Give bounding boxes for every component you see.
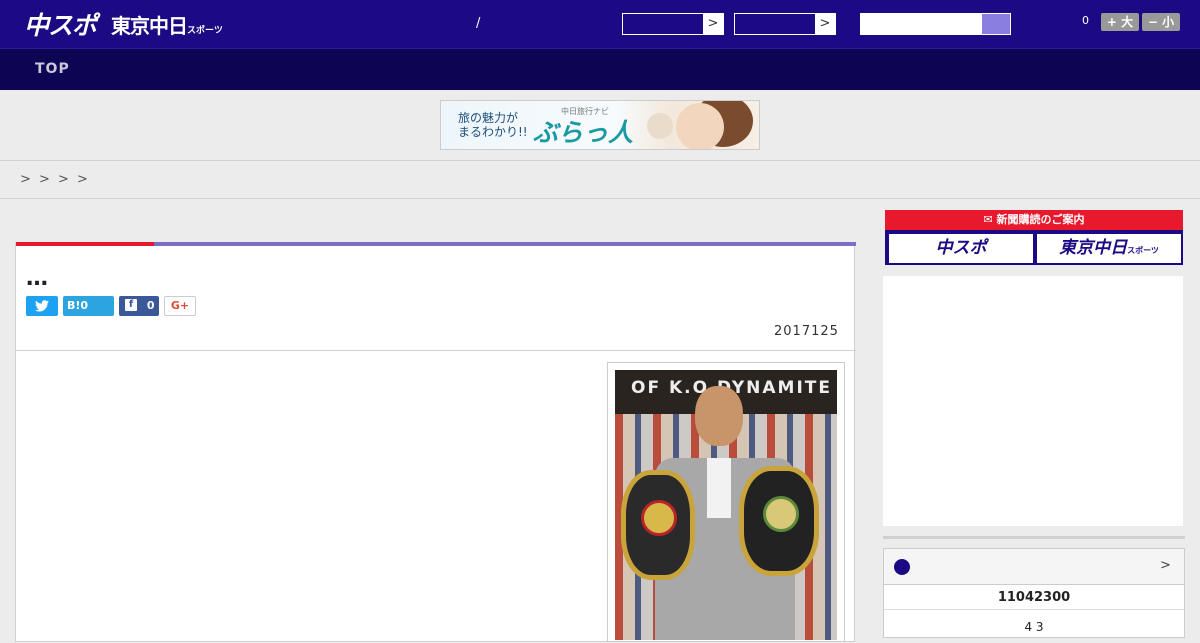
subscribe-tokyo-chunichi-label: 東京中日 bbox=[1059, 238, 1128, 258]
category-select-2[interactable]: > bbox=[734, 13, 836, 35]
photo-shirt bbox=[707, 458, 731, 518]
baseball-icon bbox=[894, 559, 910, 575]
tokyo-chunichi-logo-text: 東京中日 bbox=[111, 14, 188, 38]
search-button[interactable] bbox=[982, 14, 1010, 34]
font-size-larger-button[interactable]: + 大 bbox=[1101, 13, 1139, 31]
article-accent-bar-red bbox=[16, 242, 154, 246]
newspaper-icon: ✉ bbox=[983, 213, 993, 226]
site-header: 中スポ 東京中日スポーツ / > > 0 + 大 − 小 bbox=[0, 0, 1200, 48]
twitter-icon bbox=[35, 300, 49, 312]
facebook-share-button[interactable]: f 0 bbox=[119, 296, 159, 316]
google-plus-button[interactable]: G+ bbox=[164, 296, 196, 316]
global-nav: TOP bbox=[0, 48, 1200, 90]
score-row: 11042300 bbox=[884, 585, 1184, 610]
hatena-bookmark-button[interactable]: B!0 bbox=[63, 296, 114, 316]
sidebar-ad[interactable] bbox=[883, 276, 1183, 526]
banner-line-2: まるわかり!! bbox=[458, 125, 528, 139]
header-slash: / bbox=[476, 16, 481, 31]
score-box-header[interactable]: > bbox=[884, 549, 1184, 585]
breadcrumb-separator: > bbox=[58, 172, 69, 187]
search-input[interactable] bbox=[860, 13, 1011, 35]
facebook-count: 0 bbox=[146, 299, 155, 312]
article-divider bbox=[16, 350, 856, 351]
article-title: … bbox=[26, 266, 48, 291]
banner-brand: ぶらっ人 bbox=[533, 118, 634, 147]
score-box-more-link[interactable]: > bbox=[1160, 558, 1171, 573]
subscribe-tokyo-chunichi-button[interactable]: 東京中日スポーツ bbox=[1037, 234, 1181, 263]
sidebar-score-box: > 11042300 4 3 bbox=[883, 548, 1185, 638]
breadcrumb-separator: > bbox=[20, 172, 31, 187]
count-badge: 0 bbox=[1082, 14, 1089, 27]
subscribe-tokyo-chunichi-sub: スポーツ bbox=[1127, 246, 1159, 255]
travel-banner-ad[interactable]: 旅の魅力が まるわかり!! 中日旅行ナビ ぶらっ人 bbox=[440, 100, 760, 150]
subscription-box: ✉ 新聞購読のご案内 中スポ 東京中日スポーツ bbox=[885, 210, 1183, 265]
tweet-button[interactable] bbox=[26, 296, 58, 316]
chevron-right-icon: > bbox=[703, 14, 723, 34]
article-date: 2017125 bbox=[774, 324, 839, 339]
article-card: … B!0 f 0 G+ 2017125 OF K.O DYNAMITE bbox=[15, 242, 856, 642]
banner-copy: 旅の魅力が まるわかり!! bbox=[458, 111, 528, 139]
tokyo-chunichi-logo[interactable]: 東京中日スポーツ bbox=[111, 10, 223, 39]
subscribe-chuspo-button[interactable]: 中スポ bbox=[889, 234, 1033, 263]
article-photo-frame: OF K.O DYNAMITE bbox=[607, 362, 845, 642]
tokyo-chunichi-logo-sub: スポーツ bbox=[187, 26, 223, 36]
breadcrumb: > > > > bbox=[0, 161, 1200, 199]
article-photo[interactable]: OF K.O DYNAMITE bbox=[615, 370, 837, 640]
subscription-label: 新聞購読のご案内 bbox=[996, 213, 1085, 226]
breadcrumb-separator: > bbox=[39, 172, 50, 187]
category-select-1[interactable]: > bbox=[622, 13, 724, 35]
breadcrumb-separator: > bbox=[77, 172, 88, 187]
subscription-header[interactable]: ✉ 新聞購読のご案内 bbox=[885, 210, 1183, 230]
facebook-icon: f bbox=[125, 299, 137, 311]
chuspo-logo[interactable]: 中スポ bbox=[24, 6, 97, 42]
font-size-smaller-button[interactable]: − 小 bbox=[1142, 13, 1180, 31]
sidebar-divider bbox=[883, 536, 1185, 539]
photo-head bbox=[695, 386, 743, 446]
ad-area: 旅の魅力が まるわかり!! 中日旅行ナビ ぶらっ人 bbox=[0, 90, 1200, 161]
chevron-right-icon: > bbox=[815, 14, 835, 34]
model-face-image bbox=[676, 103, 724, 149]
shell-image bbox=[647, 113, 673, 139]
score-row: 4 3 bbox=[1024, 620, 1044, 634]
nav-item-top[interactable]: TOP bbox=[35, 61, 70, 77]
banner-line-1: 旅の魅力が bbox=[458, 111, 519, 125]
belt-medal-right bbox=[763, 496, 799, 532]
belt-medal-left bbox=[641, 500, 677, 536]
